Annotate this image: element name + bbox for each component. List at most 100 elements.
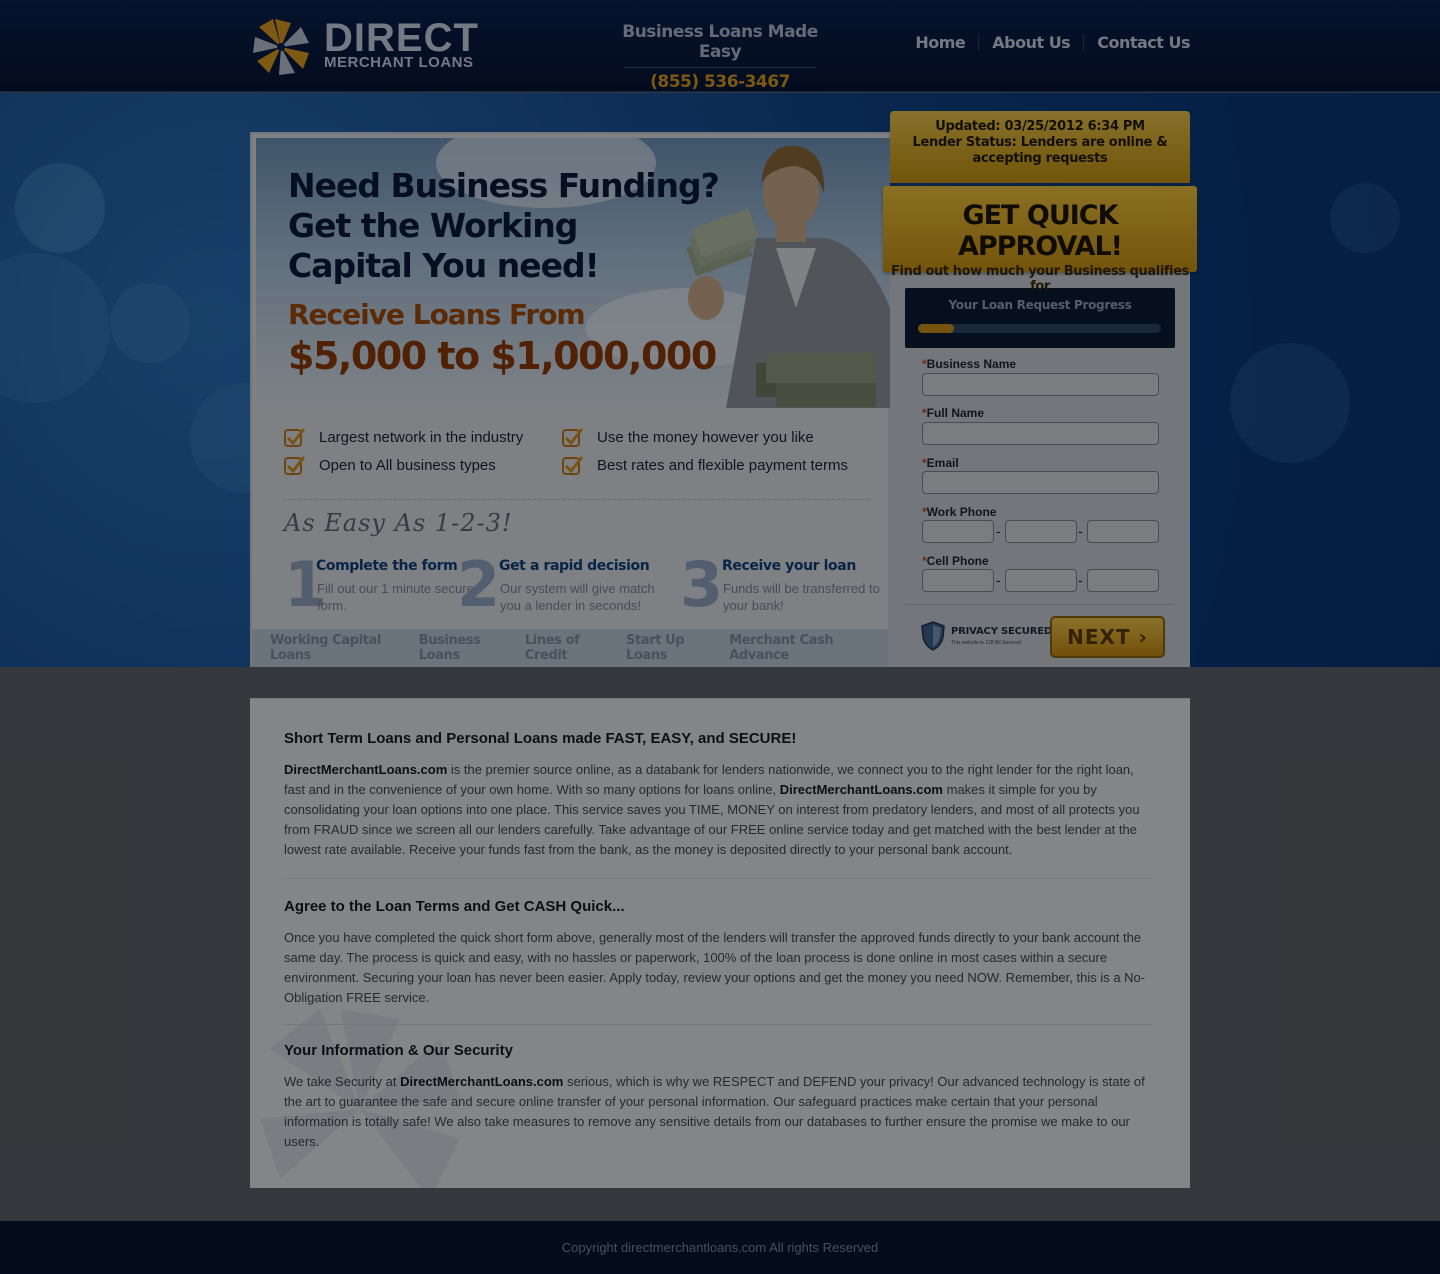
feature-text: Best rates and flexible payment terms: [597, 456, 848, 474]
section-paragraph: Once you have completed the quick short …: [284, 930, 1146, 1005]
paragraph-text: We take Security at: [284, 1074, 401, 1089]
work-phone-line-input[interactable]: [1087, 520, 1159, 543]
phone-separator: -: [1078, 523, 1083, 539]
step-description: Our system will give match you a lender …: [500, 581, 655, 613]
bokeh-light: [0, 253, 110, 403]
email-input[interactable]: [922, 471, 1159, 494]
step-number: 3: [680, 548, 724, 621]
loan-amount-range: $5,000 to $1,000,000: [288, 334, 717, 378]
cell-phone-line-input[interactable]: [1087, 569, 1159, 592]
section-loan-terms: Agree to the Loan Terms and Get CASH Qui…: [284, 898, 1154, 1008]
full-name-input[interactable]: [922, 422, 1159, 445]
main-nav: Home About Us Contact Us: [902, 33, 1190, 52]
phone-number[interactable]: (855) 536-3467: [600, 72, 840, 92]
bokeh-light: [1330, 183, 1400, 253]
cell-phone-area-input[interactable]: [922, 569, 994, 592]
feature-text: Largest network in the industry: [319, 428, 524, 446]
section-short-term-loans: Short Term Loans and Personal Loans made…: [284, 730, 1154, 860]
privacy-secured-title: PRIVACY SECURED: [951, 626, 1052, 637]
link-working-capital-loans[interactable]: Working Capital Loans: [270, 633, 405, 663]
updated-timestamp: Updated: 03/25/2012 6:34 PM: [935, 119, 1145, 134]
section-paragraph: DirectMerchantLoans.com is the premier s…: [284, 760, 1154, 860]
feature-item: Open to All business types: [284, 454, 496, 476]
step-title: Complete the form: [316, 558, 458, 574]
step-title: Get a rapid decision: [499, 558, 650, 574]
copyright-text: Copyright directmerchantloans.com All ri…: [561, 1240, 879, 1255]
work-phone-prefix-input[interactable]: [1005, 520, 1077, 543]
label-text: Cell Phone: [926, 554, 989, 568]
nav-about-us[interactable]: About Us: [979, 33, 1083, 52]
step-2: 2 Get a rapid decision Our system will g…: [457, 548, 655, 621]
link-lines-of-credit[interactable]: Lines of Credit: [525, 633, 612, 663]
hero-panel: Need Business Funding? Get the Working C…: [250, 132, 890, 667]
label-work-phone: *Work Phone: [922, 505, 996, 519]
header-tagline: Business Loans Made Easy (855) 536-3467: [600, 22, 840, 92]
site-footer: Copyright directmerchantloans.com All ri…: [0, 1221, 1440, 1274]
quick-approval-title: GET QUICK APPROVAL!: [958, 200, 1123, 262]
easy-as-123-heading: As Easy As 1-2-3!: [284, 509, 513, 537]
nav-home[interactable]: Home: [902, 33, 978, 52]
step-1: 1 Complete the form Fill out our 1 minut…: [284, 554, 474, 616]
section-title: Agree to the Loan Terms and Get CASH Qui…: [284, 898, 625, 915]
section-security: Your Information & Our Security We take …: [284, 1042, 1154, 1152]
bokeh-light: [110, 283, 190, 363]
work-phone-area-input[interactable]: [922, 520, 994, 543]
checkmark-icon: [562, 456, 584, 475]
checkmark-icon: [284, 456, 306, 475]
headline-line-2: Get the Working: [288, 206, 578, 245]
phone-separator: -: [996, 572, 1001, 588]
checkmark-icon: [284, 428, 306, 447]
feature-item: Use the money however you like: [562, 426, 814, 448]
quick-approval-subtitle: Find out how much your Business qualifie…: [891, 264, 1189, 294]
tagline-divider: [624, 67, 816, 68]
next-button[interactable]: NEXT ›: [1050, 616, 1165, 658]
site-header: DIRECT MERCHANT LOANS Business Loans Mad…: [0, 0, 1440, 92]
bokeh-light: [15, 163, 105, 253]
section-title: Short Term Loans and Personal Loans made…: [284, 730, 797, 747]
progress-bar: [918, 324, 1161, 333]
headline-line-3: Capital You need!: [288, 246, 600, 285]
label-text: Full Name: [926, 406, 985, 420]
label-business-name: *Business Name: [922, 357, 1016, 371]
label-text: Business Name: [926, 357, 1017, 371]
progress-bar-fill: [918, 324, 955, 333]
link-merchant-cash-advance[interactable]: Merchant Cash Advance: [729, 633, 874, 663]
link-start-up-loans[interactable]: Start Up Loans: [626, 633, 715, 663]
section-paragraph: We take Security at DirectMerchantLoans.…: [284, 1072, 1154, 1152]
site-name: DirectMerchantLoans.com: [400, 1074, 564, 1089]
section-divider: [284, 878, 1152, 879]
feature-text: Use the money however you like: [597, 428, 814, 446]
site-name: DirectMerchantLoans.com: [284, 762, 448, 777]
label-cell-phone: *Cell Phone: [922, 554, 989, 568]
logo[interactable]: DIRECT MERCHANT LOANS: [250, 16, 490, 78]
privacy-secured-subtitle: This website is 128 Bit Secured: [951, 640, 1021, 646]
section-divider: [284, 1024, 1152, 1025]
hero-headline: Need Business Funding? Get the Working C…: [288, 166, 720, 286]
feature-divider: [284, 499, 870, 500]
link-business-loans[interactable]: Business Loans: [419, 633, 511, 663]
step-3: 3 Receive your loan Funds will be transf…: [680, 548, 880, 621]
shield-icon: [921, 621, 945, 651]
feature-item: Largest network in the industry: [284, 426, 523, 448]
lender-status-line-1: Lender Status: Lenders are online &: [912, 135, 1168, 150]
lender-status-banner: Updated: 03/25/2012 6:34 PM Lender Statu…: [890, 111, 1190, 183]
loan-request-form: Your Loan Request Progress *Business Nam…: [890, 272, 1190, 667]
step-number: 2: [457, 548, 501, 621]
info-content: Short Term Loans and Personal Loans made…: [250, 698, 1190, 1188]
feature-text: Open to All business types: [319, 456, 496, 474]
tagline-text: Business Loans Made Easy: [622, 22, 818, 62]
business-name-input[interactable]: [922, 373, 1159, 396]
bokeh-light: [1230, 343, 1350, 463]
feature-item: Best rates and flexible payment terms: [562, 454, 848, 476]
nav-contact-us[interactable]: Contact Us: [1084, 33, 1190, 52]
label-email: *Email: [922, 456, 959, 470]
checkmark-icon: [562, 428, 584, 447]
logo-pinwheel-icon: [253, 19, 309, 75]
cell-phone-prefix-input[interactable]: [1005, 569, 1077, 592]
step-description: Fill out our 1 minute secure form.: [317, 581, 474, 613]
progress-title: Your Loan Request Progress: [948, 298, 1132, 312]
form-footer: PRIVACY SECURED This website is 128 Bit …: [905, 604, 1175, 667]
label-text: Work Phone: [926, 505, 997, 519]
hero-banner: Need Business Funding? Get the Working C…: [256, 138, 890, 408]
businesswoman-with-cash-image: [686, 145, 890, 408]
